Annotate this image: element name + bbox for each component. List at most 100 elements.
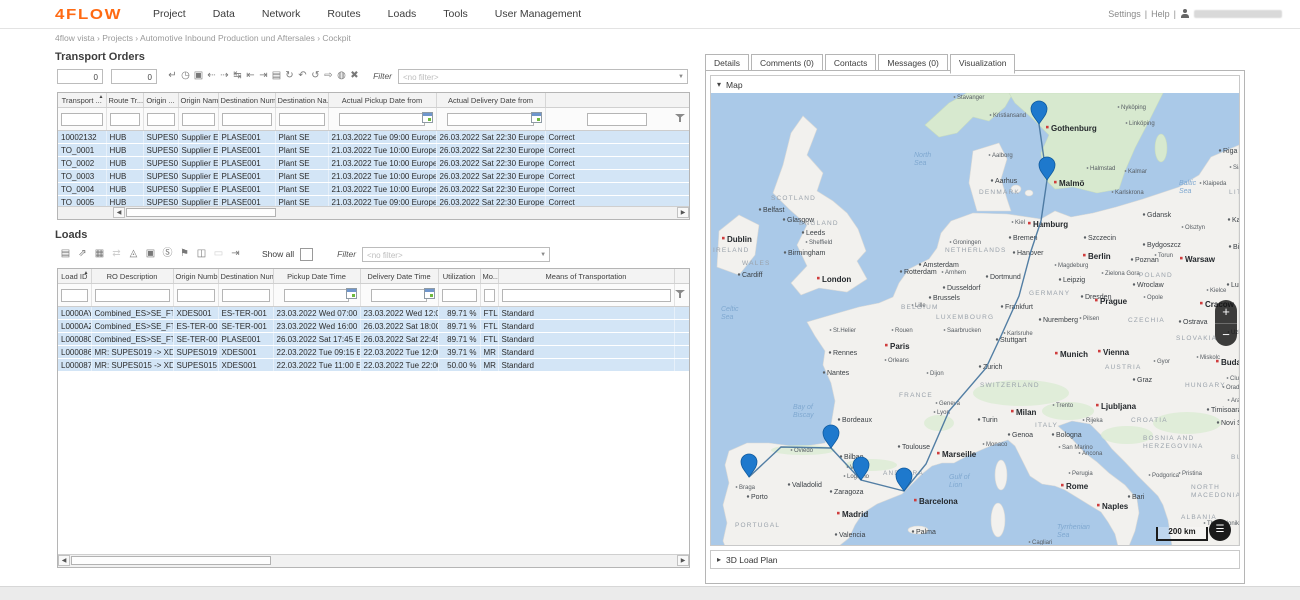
tab-comments-0[interactable]: Comments (0) (751, 54, 823, 71)
column-header-means-of-transportation[interactable]: Means of Transportation (498, 269, 674, 284)
table-row[interactable]: TO_0002HUBSUPES008Supplier ESPLASE001Pla… (58, 157, 689, 170)
scroll-right-icon[interactable]: ▶ (677, 555, 689, 566)
counter-field[interactable]: 0 (57, 69, 103, 84)
column-header-origin-number[interactable]: Origin Number (173, 269, 218, 284)
tab-contacts[interactable]: Contacts (825, 54, 877, 71)
table-row[interactable]: 10002132HUBSUPES013Supplier ESPLASE001Pl… (58, 131, 689, 144)
column-filter-input[interactable] (222, 289, 270, 302)
breadcrumb[interactable]: 4flow vista › Projects › Automotive Inbo… (55, 33, 351, 43)
globe-icon[interactable]: ◍ (335, 68, 348, 84)
map-canvas[interactable]: StavangerKristiansandGothenburgNyköpingL… (711, 93, 1239, 545)
column-filter-input[interactable] (61, 289, 88, 302)
transport-orders-filter-select[interactable]: <no filter> ▼ (398, 69, 688, 84)
nav-data[interactable]: Data (213, 8, 235, 20)
column-header-origin[interactable]: Origin ... (143, 93, 178, 108)
column-filter-input[interactable] (587, 113, 647, 126)
table-row[interactable]: L000087MR: SUPES015 -> XDES001 ...SUPES0… (58, 359, 689, 372)
time-window-icon[interactable]: ◷ (179, 68, 192, 84)
loads-hscrollbar[interactable]: ◀ ▶ (58, 554, 689, 567)
scroll-left-icon[interactable]: ◀ (58, 555, 70, 566)
move-order-icon[interactable]: ⇥ (257, 68, 270, 84)
transport-orders-hscrollbar[interactable]: ◀ ▶ (58, 206, 689, 219)
nav-network[interactable]: Network (262, 8, 301, 20)
merge-order-icon[interactable]: ⇤ (244, 68, 257, 84)
network-icon[interactable]: ◬ (125, 246, 142, 262)
settings-link[interactable]: Settings (1108, 9, 1141, 19)
column-filter-input[interactable] (177, 289, 215, 302)
column-filter-input[interactable] (442, 289, 477, 302)
counter-field[interactable]: 0 (111, 69, 157, 84)
column-filter-input[interactable] (339, 113, 425, 126)
cost-icon[interactable]: Ⓢ (159, 246, 176, 262)
nav-user-management[interactable]: User Management (495, 8, 581, 20)
column-filter-input[interactable] (279, 113, 325, 126)
column-filter-input[interactable] (484, 289, 495, 302)
column-header-blank[interactable] (674, 269, 689, 284)
calendar-icon[interactable] (531, 112, 542, 123)
column-header-load-id[interactable]: Load ID▲ (58, 269, 91, 284)
report-icon[interactable]: ◫ (193, 246, 210, 262)
column-filter-input[interactable] (147, 113, 175, 126)
build-loads-icon[interactable]: ▦ (91, 246, 108, 262)
column-header-actual-pickup-date-from[interactable]: Actual Pickup Date from (328, 93, 436, 108)
show-all-checkbox[interactable] (300, 248, 313, 261)
scrollbar-thumb[interactable] (71, 556, 271, 565)
column-filter-input[interactable] (61, 113, 103, 126)
scroll-left-icon[interactable]: ◀ (113, 207, 125, 218)
column-filter-input[interactable] (502, 289, 671, 302)
table-row[interactable]: TO_0001HUBSUPES014Supplier ESPLASE001Pla… (58, 144, 689, 157)
column-filter-input[interactable] (284, 289, 349, 302)
column-filter-input[interactable] (110, 113, 140, 126)
tab-visualization[interactable]: Visualization (950, 54, 1016, 74)
column-header-pickup-date-time[interactable]: Pickup Date Time (273, 269, 360, 284)
column-header-origin-name[interactable]: Origin Name (178, 93, 218, 108)
unlink-icon[interactable]: ⇄ (108, 246, 125, 262)
export-load-icon[interactable]: ⇥ (227, 246, 244, 262)
undo-icon[interactable]: ↶ (296, 68, 309, 84)
column-filter-input[interactable] (95, 289, 170, 302)
column-header-delivery-date-time[interactable]: Delivery Date Time (360, 269, 438, 284)
loads-filter-select[interactable]: <no filter> ▼ (362, 247, 550, 262)
column-header-blank[interactable] (545, 93, 689, 108)
nav-loads[interactable]: Loads (388, 8, 417, 20)
optimize-route-icon[interactable]: ⇗ (74, 246, 91, 262)
nav-tools[interactable]: Tools (443, 8, 468, 20)
scrollbar-thumb[interactable] (126, 208, 276, 217)
column-header-utilization[interactable]: Utilization (438, 269, 480, 284)
table-row[interactable]: L000086MR: SUPES019 -> XDES001 ...SUPES0… (58, 346, 689, 359)
scroll-right-icon[interactable]: ▶ (677, 207, 689, 218)
layers-icon[interactable]: ☰ (1209, 519, 1231, 541)
copy-icon[interactable]: ▭ (210, 246, 227, 262)
zoom-out-button[interactable]: − (1215, 323, 1237, 346)
calendar-icon[interactable] (422, 112, 433, 123)
column-header-route-tr[interactable]: Route Tr... (106, 93, 143, 108)
nav-project[interactable]: Project (153, 8, 186, 20)
split-order-icon[interactable]: ↹ (231, 68, 244, 84)
column-filter-input[interactable] (447, 113, 534, 126)
table-row[interactable]: TO_0004HUBSUPES016Supplier ESPLASE001Pla… (58, 183, 689, 196)
statistics-icon[interactable]: ▤ (270, 68, 283, 84)
table-row[interactable]: L0000AZCombined_ES>SE_FTL-STDES-TER-001S… (58, 320, 689, 333)
column-filter-input[interactable] (182, 113, 215, 126)
assign-icon[interactable]: ⇢ (218, 68, 231, 84)
column-filter-input[interactable] (222, 113, 272, 126)
reload-icon[interactable]: ↻ (283, 68, 296, 84)
table-row[interactable]: TO_0003HUBSUPES015Supplier ESPLASE001Pla… (58, 170, 689, 183)
load-plan-section-header[interactable]: ▸ 3D Load Plan (711, 551, 1239, 568)
revert-icon[interactable]: ↵ (166, 68, 179, 84)
map-section-header[interactable]: ▾ Map (711, 76, 1239, 93)
calendar-icon[interactable] (424, 288, 435, 299)
column-filter-input[interactable] (371, 289, 427, 302)
load-statistics-icon[interactable]: ▤ (57, 246, 74, 262)
table-row[interactable]: L0000AYCombined_ES>SE_FTL-STDXDES001ES-T… (58, 307, 689, 320)
forward-icon[interactable]: ⇨ (322, 68, 335, 84)
column-header-destination-number[interactable]: Destination Number (218, 93, 275, 108)
column-header-ro-description[interactable]: RO Description (91, 269, 173, 284)
calendar-icon[interactable] (346, 288, 357, 299)
zoom-in-button[interactable]: + (1215, 300, 1237, 323)
cancel-transfer-icon[interactable]: ✖ (348, 68, 361, 84)
help-link[interactable]: Help (1151, 9, 1170, 19)
column-header-destination-number[interactable]: Destination Number (218, 269, 273, 284)
column-header-mo[interactable]: Mo... (480, 269, 498, 284)
column-header-destination-na[interactable]: Destination Na... (275, 93, 328, 108)
